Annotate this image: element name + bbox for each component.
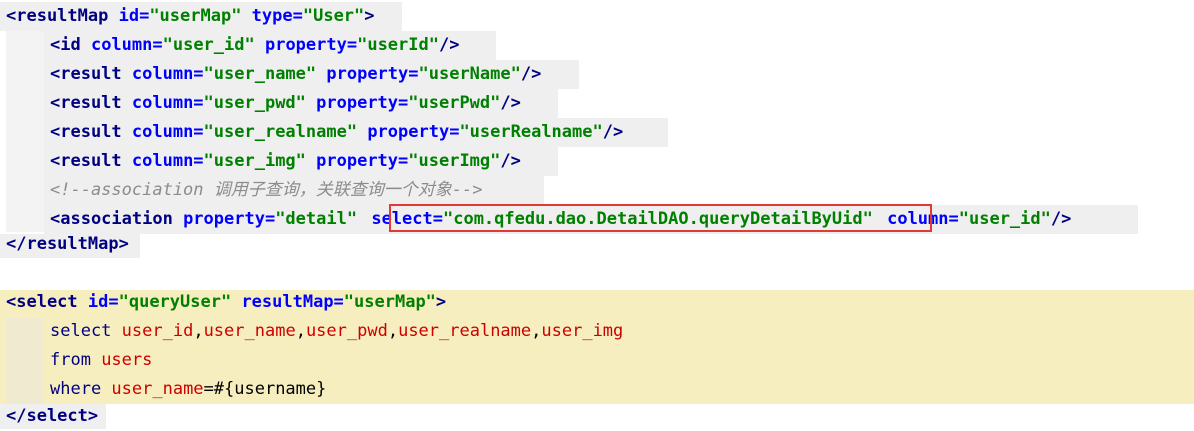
xml-attribute: property= [305, 93, 409, 113]
sql-keyword: select [50, 321, 122, 341]
xml-value: "userName" [418, 64, 521, 84]
xml-tag: <result [50, 151, 132, 171]
xml-attribute: column= [90, 35, 163, 55]
code-line-id: <id column="user_id" property="userId"/> [50, 31, 459, 60]
sql-parameter: =#{username} [203, 379, 327, 399]
xml-tag-close: > [364, 6, 375, 26]
xml-tag-close: /> [1050, 209, 1072, 229]
xml-attribute: id= [118, 6, 150, 26]
xml-tag: <result [50, 122, 132, 142]
xml-attribute: id= [87, 292, 119, 312]
code-line-resultmap-close: </resultMap> [6, 230, 129, 259]
sql-line-where: where user_name=#{username} [50, 375, 326, 404]
indent-guide [6, 31, 44, 232]
xml-tag: <association [50, 209, 184, 229]
xml-value: "userPwd" [408, 93, 501, 113]
xml-tag: <result [50, 93, 132, 113]
indent-guide [6, 318, 44, 404]
sql-keyword: where [50, 379, 112, 399]
xml-attribute: type= [241, 6, 303, 26]
xml-tag-close: /> [602, 122, 624, 142]
xml-value: "userMap" [149, 6, 242, 26]
xml-tag: <resultMap [6, 6, 119, 26]
code-line-comment: <!--association 调用子查询，关联查询一个对象--> [50, 176, 482, 205]
xml-tag-close: </select> [6, 406, 99, 426]
xml-value: "userMap" [343, 292, 436, 312]
xml-value: "userRealname" [459, 122, 603, 142]
sql-line-from: from users [50, 346, 152, 375]
sql-column: user_name [203, 321, 296, 341]
xml-attribute: column= [131, 122, 204, 142]
sql-column: user_img [541, 321, 624, 341]
xml-tag-close: > [435, 292, 447, 312]
code-line-result: <result column="user_realname" property=… [50, 118, 623, 147]
code-line-resultmap-open: <resultMap id="userMap" type="User"> [6, 2, 375, 31]
xml-attribute: column= [131, 151, 204, 171]
xml-value: "user_pwd" [203, 93, 306, 113]
sql-column: user_realname [398, 321, 532, 341]
code-line-result: <result column="user_pwd" property="user… [50, 89, 521, 118]
xml-comment: <!--association 调用子查询，关联查询一个对象--> [50, 180, 483, 200]
xml-value: "user_id" [958, 209, 1051, 229]
xml-value: "user_realname" [203, 122, 358, 142]
xml-tag-close: </resultMap> [6, 234, 129, 254]
xml-value: "user_name" [203, 64, 317, 84]
sql-line-select: select user_id,user_name,user_pwd,user_r… [50, 321, 624, 341]
xml-value: "userImg" [408, 151, 501, 171]
sql-column: user_id [121, 321, 194, 341]
xml-value: "detail" [275, 209, 358, 229]
xml-tag: <id [50, 35, 91, 55]
xml-attribute: column= [131, 64, 204, 84]
sql-column: user_pwd [305, 321, 388, 341]
xml-attribute: property= [305, 151, 409, 171]
xml-attribute: property= [254, 35, 358, 55]
xml-tag: <result [50, 64, 132, 84]
xml-value: "user_id" [162, 35, 255, 55]
code-line-result: <result column="user_name" property="use… [50, 60, 541, 89]
xml-tag-close: /> [500, 93, 521, 113]
code-editor[interactable]: <resultMap id="userMap" type="User"> <id… [0, 0, 1194, 429]
xml-tag-close: /> [520, 64, 542, 84]
sql-column: user_name [111, 379, 204, 399]
xml-tag: <select [6, 292, 88, 312]
xml-value: "queryUser" [118, 292, 232, 312]
code-line-select-close: </select> [6, 402, 98, 431]
sql-keyword: from [50, 350, 102, 370]
xml-value: "User" [302, 6, 365, 26]
xml-attribute: property= [357, 122, 460, 142]
xml-tag-close: /> [438, 35, 460, 55]
select-highlight-box [389, 204, 932, 232]
sql-table: users [101, 350, 153, 370]
xml-value: "userId" [357, 35, 439, 55]
xml-tag-close: /> [500, 151, 521, 171]
code-line-select-open: <select id="queryUser" resultMap="userMa… [6, 288, 446, 317]
xml-attribute: column= [131, 93, 204, 113]
xml-value: "user_img" [203, 151, 306, 171]
xml-attribute: property= [183, 209, 276, 229]
xml-attribute: property= [316, 64, 419, 84]
code-line-result: <result column="user_img" property="user… [50, 147, 521, 176]
xml-attribute: resultMap= [231, 292, 344, 312]
